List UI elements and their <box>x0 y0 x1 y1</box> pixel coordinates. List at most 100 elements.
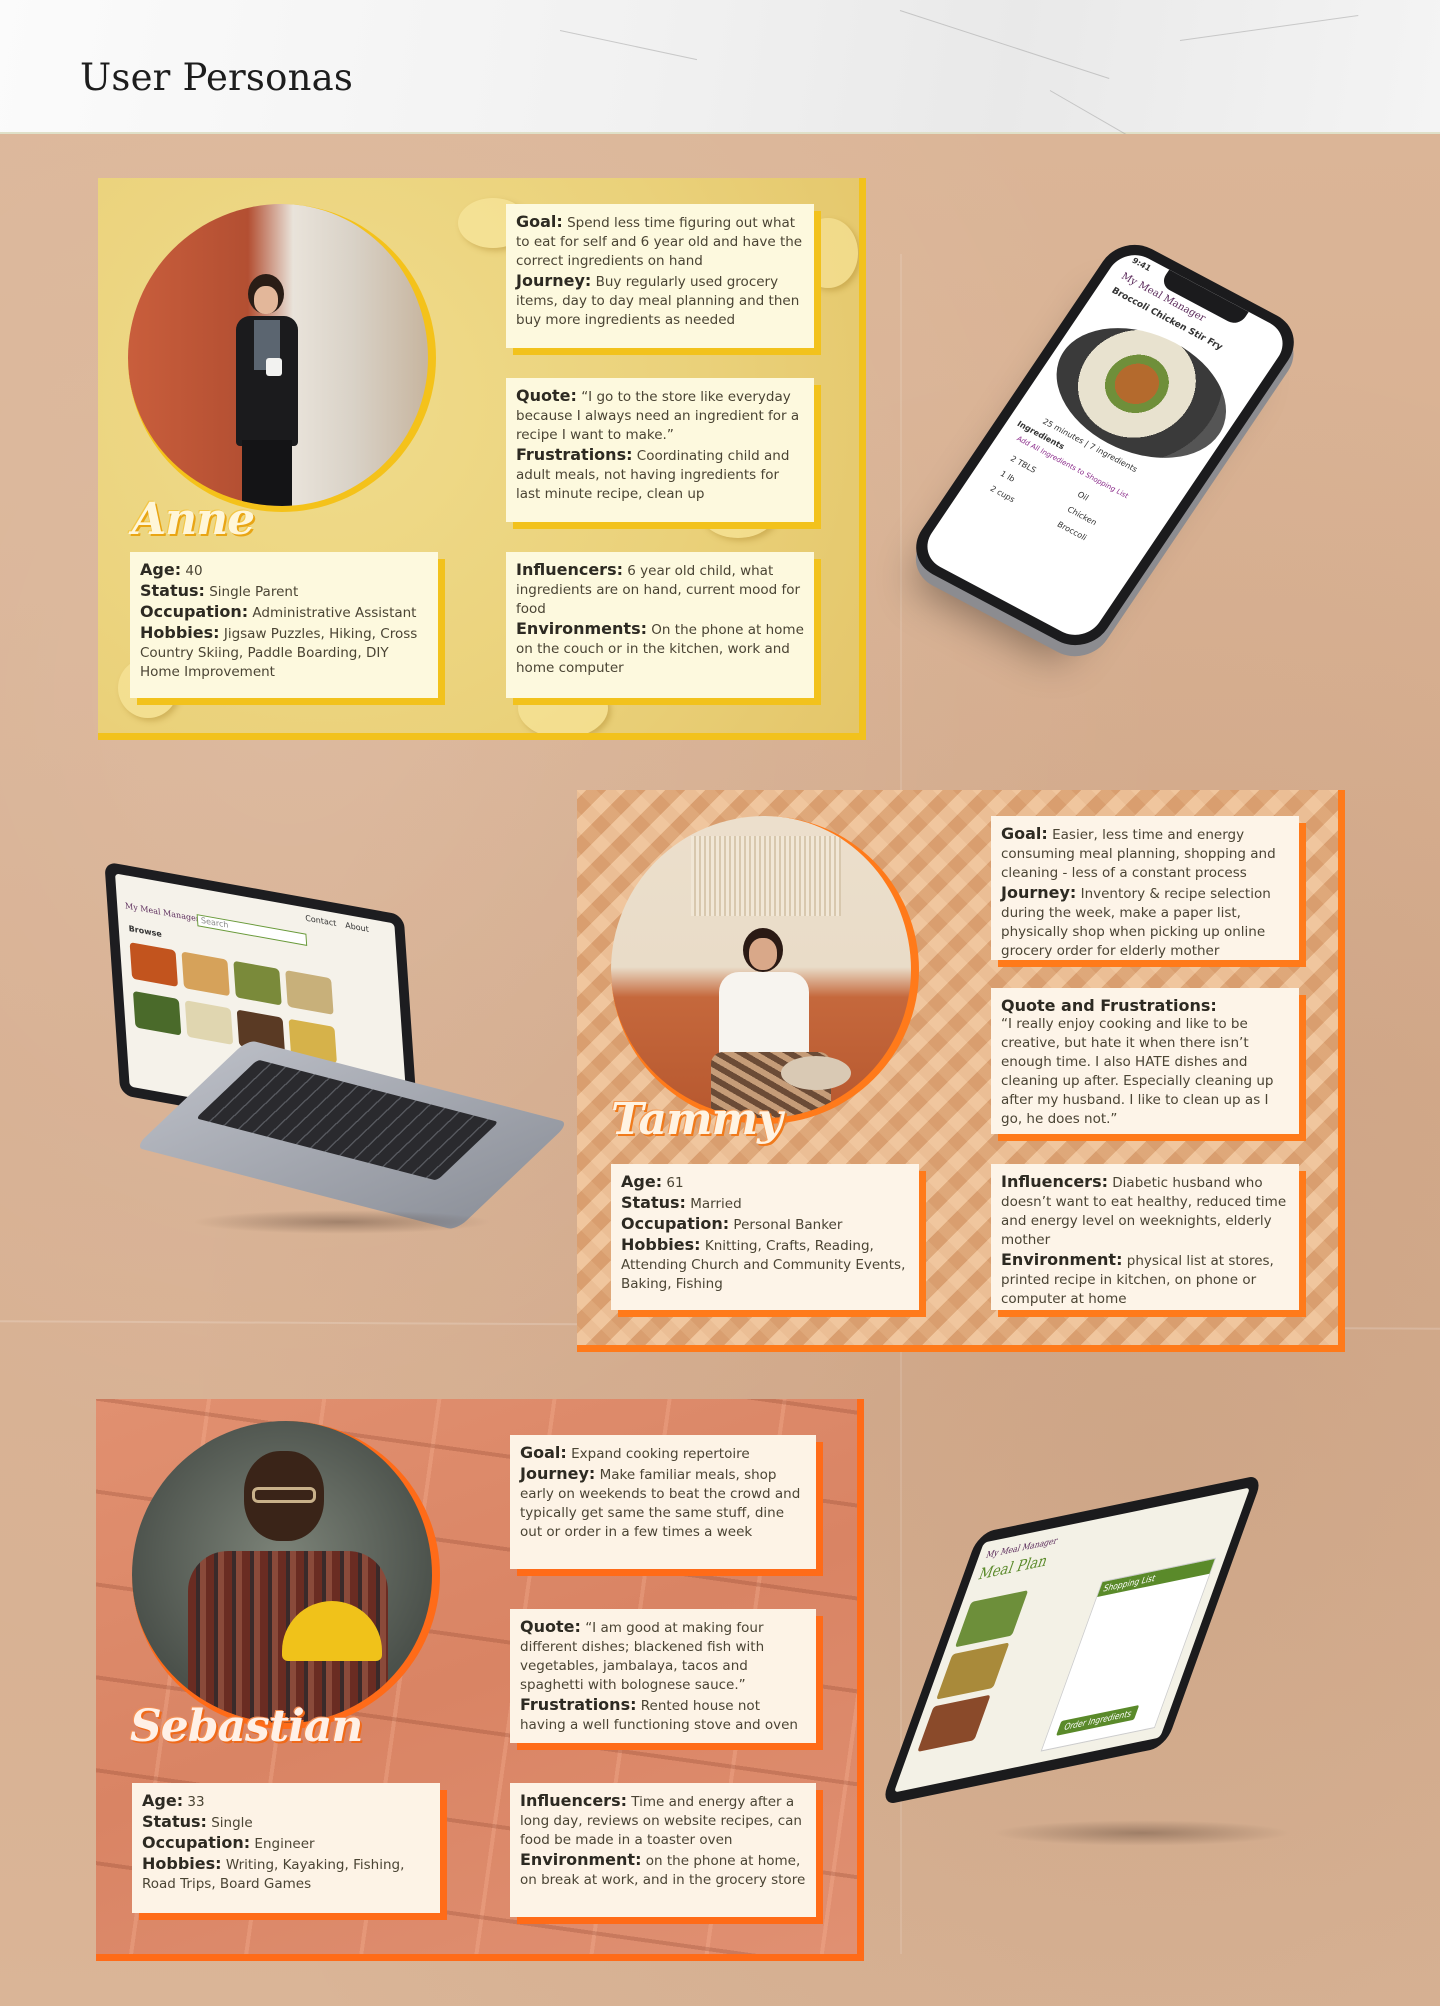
environments-label: Environment: <box>1001 1250 1123 1269</box>
persona-photo <box>128 204 436 512</box>
quote-frustrations-box: Quote: “I am good at making four differe… <box>510 1609 816 1743</box>
demographics-box: Age: 40 Status: Single Parent Occupation… <box>130 552 438 698</box>
influencers-label: Influencers: <box>520 1791 627 1810</box>
figure-face <box>749 938 777 970</box>
search-input[interactable]: Search <box>196 914 308 946</box>
occupation-value: Personal Banker <box>733 1217 843 1233</box>
occupation-value: Engineer <box>254 1836 315 1852</box>
demographics-box: Age: 33 Status: Single Occupation: Engin… <box>132 1783 440 1913</box>
marble-vein <box>1179 14 1359 41</box>
ingredient-qty: 2 TBLS <box>1008 454 1038 475</box>
nav-contact[interactable]: Contact <box>305 913 337 928</box>
ingredient-item: Chicken <box>1065 504 1099 528</box>
recipe-thumbnail[interactable] <box>132 990 182 1036</box>
hobbies-label: Hobbies: <box>621 1235 701 1254</box>
meal-thumbnail[interactable] <box>917 1694 991 1752</box>
recipe-thumbnail[interactable] <box>181 951 230 997</box>
goal-journey-box: Goal: Spend less time figuring out what … <box>506 204 814 348</box>
nav-about[interactable]: About <box>345 921 369 934</box>
food-photo <box>1029 301 1253 485</box>
hobbies-label: Hobbies: <box>142 1854 222 1873</box>
persona-card-sebastian: Sebastian Age: 33 Status: Single Occupat… <box>96 1399 864 1961</box>
frustrations-label: Frustrations: <box>520 1695 637 1714</box>
persona-name: Tammy <box>611 1094 783 1145</box>
quote-frustrations-box: Quote: “I go to the store like everyday … <box>506 378 814 522</box>
shopping-list-panel: Shopping List Order Ingredients <box>1040 1557 1217 1752</box>
laptop-mockup: My Meal Manager Contact About Search Bro… <box>92 861 572 1260</box>
persona-photo <box>611 816 919 1124</box>
occupation-label: Occupation: <box>142 1833 251 1852</box>
laptop-shadow <box>192 1210 492 1234</box>
goal-value: Expand cooking repertoire <box>571 1446 750 1462</box>
environments-label: Environment: <box>520 1850 642 1869</box>
laptop-keyboard <box>195 1059 499 1181</box>
environments-label: Environments: <box>516 619 647 638</box>
phone-time: 9:41 <box>1130 256 1153 273</box>
ingredient-qty: 2 cups <box>988 484 1017 505</box>
quote-frustrations-box: Quote and Frustrations: “I really enjoy … <box>991 988 1299 1134</box>
status-value: Single Parent <box>209 584 299 600</box>
persona-card-anne: Anne Age: 40 Status: Single Parent Occup… <box>98 178 866 740</box>
age-value: 61 <box>666 1175 684 1191</box>
influencers-environments-box: Influencers: 6 year old child, what ingr… <box>506 552 814 698</box>
persona-card-tammy: Tammy Age: 61 Status: Married Occupation… <box>577 790 1345 1352</box>
persona-name: Sebastian <box>130 1701 363 1752</box>
page-header: User Personas <box>0 0 1440 171</box>
age-label: Age: <box>621 1172 663 1191</box>
ingredient-qty: 1 lb <box>998 469 1017 484</box>
quote-label: Quote and Frustrations: <box>1001 996 1217 1015</box>
meal-thumbnail[interactable] <box>936 1642 1010 1700</box>
mug <box>266 358 282 376</box>
goal-label: Goal: <box>1001 824 1048 843</box>
occupation-value: Administrative Assistant <box>252 605 417 621</box>
page-title: User Personas <box>80 56 354 99</box>
quote-label: Quote: <box>516 386 577 405</box>
influencers-label: Influencers: <box>1001 1172 1108 1191</box>
order-ingredients-button[interactable]: Order Ingredients <box>1055 1704 1140 1736</box>
occupation-label: Occupation: <box>621 1214 730 1233</box>
recipe-thumbnail[interactable] <box>285 970 334 1015</box>
dog <box>781 1056 851 1090</box>
wall-hanging <box>691 836 841 916</box>
age-label: Age: <box>142 1791 184 1810</box>
goal-journey-box: Goal: Expand cooking repertoire Journey:… <box>510 1435 816 1569</box>
status-label: Status: <box>142 1812 207 1831</box>
ingredient-item: Oil <box>1075 489 1091 503</box>
status-label: Status: <box>140 581 205 600</box>
status-value: Single <box>211 1815 253 1831</box>
journey-label: Journey: <box>1001 883 1077 902</box>
quote-label: Quote: <box>520 1617 581 1636</box>
app-logo: My Meal Manager <box>124 901 200 924</box>
influencers-label: Influencers: <box>516 560 623 579</box>
figure-blouse <box>719 972 809 1062</box>
recipe-thumbnail[interactable] <box>129 942 178 987</box>
tablet-body: My Meal Manager Meal Plan Shopping List … <box>880 1474 1264 1806</box>
age-value: 40 <box>185 563 203 579</box>
ingredient-item: Broccoli <box>1055 519 1089 543</box>
quote-value: “I really enjoy cooking and like to be c… <box>1001 1016 1274 1127</box>
goal-label: Goal: <box>516 212 563 231</box>
persona-name: Anne <box>132 494 255 545</box>
meal-thumbnail[interactable] <box>954 1590 1029 1648</box>
hobbies-label: Hobbies: <box>140 623 220 642</box>
influencers-environments-box: Influencers: Time and energy after a lon… <box>510 1783 816 1917</box>
glasses <box>252 1487 316 1503</box>
tablet-shadow <box>992 1820 1292 1846</box>
demographics-box: Age: 61 Status: Married Occupation: Pers… <box>611 1164 919 1310</box>
marble-vein <box>899 10 1110 79</box>
occupation-label: Occupation: <box>140 602 249 621</box>
journey-label: Journey: <box>516 271 592 290</box>
frustrations-label: Frustrations: <box>516 445 633 464</box>
influencers-environments-box: Influencers: Diabetic husband who doesn’… <box>991 1164 1299 1310</box>
status-label: Status: <box>621 1193 686 1212</box>
persona-photo <box>132 1421 440 1729</box>
shopping-list-header: Shopping List <box>1097 1558 1215 1597</box>
status-value: Married <box>690 1196 742 1212</box>
browse-heading: Browse <box>128 923 163 939</box>
tablet-screen: My Meal Manager Meal Plan Shopping List … <box>893 1487 1251 1793</box>
age-value: 33 <box>187 1794 205 1810</box>
goal-journey-box: Goal: Easier, less time and energy consu… <box>991 816 1299 960</box>
recipe-thumbnail[interactable] <box>233 960 282 1006</box>
recipe-thumbnail[interactable] <box>184 1000 234 1045</box>
tablet-mockup: My Meal Manager Meal Plan Shopping List … <box>880 1474 1312 1850</box>
